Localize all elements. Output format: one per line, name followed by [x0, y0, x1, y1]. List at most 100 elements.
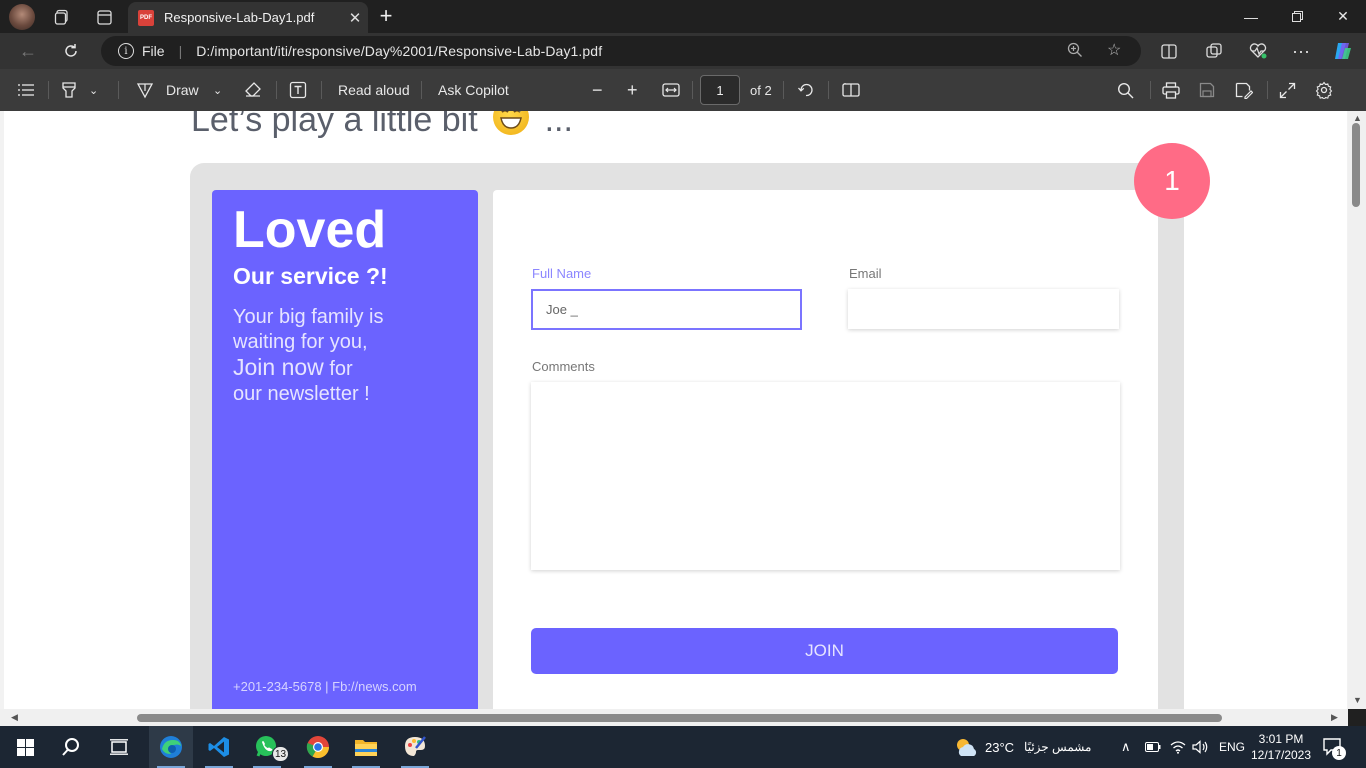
tab-actions-icon[interactable]	[91, 4, 117, 30]
wifi-icon[interactable]	[1170, 726, 1186, 768]
read-aloud-button[interactable]: Read aloud	[338, 69, 410, 111]
zoom-out-icon[interactable]: −	[592, 69, 603, 111]
paint-app-icon[interactable]	[393, 726, 437, 768]
scroll-right-arrow-icon[interactable]: ▶	[1331, 712, 1338, 723]
info-icon[interactable]: i	[118, 43, 134, 59]
horizontal-scrollbar[interactable]: ◀ ▶	[0, 709, 1348, 726]
notification-center-icon[interactable]: 1	[1322, 726, 1346, 768]
settings-gear-icon[interactable]	[1315, 69, 1333, 111]
edge-app-icon[interactable]	[149, 726, 193, 768]
address-bar[interactable]: i File | D:/important/iti/responsive/Day…	[101, 36, 1141, 66]
battery-icon[interactable]	[1145, 726, 1161, 768]
divider	[276, 81, 277, 99]
minimize-button[interactable]: —	[1228, 0, 1274, 33]
page-number-input[interactable]: 1	[700, 75, 740, 105]
tab-title: Responsive-Lab-Day1.pdf	[164, 10, 315, 25]
heading-text: Let’s play a little bit	[191, 111, 478, 139]
taskbar: 13 23°C مشمس جزئيًا ∧ ENG 3:01 PM 12/17/…	[0, 726, 1366, 768]
scroll-down-arrow-icon[interactable]: ▼	[1353, 695, 1362, 705]
weather-widget[interactable]: 23°C مشمس جزئيًا	[953, 726, 1091, 768]
browser-essentials-icon[interactable]	[1243, 37, 1273, 65]
volume-icon[interactable]	[1192, 726, 1208, 768]
copilot-icon[interactable]	[1328, 37, 1358, 65]
join-button[interactable]: JOIN	[531, 628, 1118, 674]
search-icon[interactable]	[49, 726, 93, 768]
rotate-icon[interactable]	[797, 69, 815, 111]
draw-dropdown-chevron-icon[interactable]: ⌄	[213, 69, 222, 111]
page-total: of 2	[750, 82, 772, 98]
collections-icon[interactable]	[1199, 37, 1229, 65]
file-explorer-icon[interactable]	[344, 726, 388, 768]
close-window-button[interactable]: ✕	[1320, 0, 1366, 33]
whatsapp-unread-badge: 13	[272, 746, 289, 762]
comments-textarea[interactable]	[531, 382, 1120, 570]
fit-to-width-icon[interactable]	[662, 69, 680, 111]
split-screen-icon[interactable]	[1154, 37, 1184, 65]
search-icon[interactable]	[1117, 69, 1134, 111]
tab-active[interactable]: PDF Responsive-Lab-Day1.pdf ✕	[128, 2, 368, 33]
promo-title: Loved	[233, 201, 387, 259]
zoom-in-icon[interactable]: +	[627, 69, 638, 111]
promo-line-2: waiting for you,	[233, 331, 368, 353]
ask-copilot-button[interactable]: Ask Copilot	[438, 69, 509, 111]
divider	[321, 81, 322, 99]
horizontal-scroll-thumb[interactable]	[137, 714, 1222, 722]
divider	[828, 81, 829, 99]
url-text[interactable]: D:/important/iti/responsive/Day%2001/Res…	[196, 43, 602, 59]
favorite-star-icon[interactable]: ☆	[1107, 40, 1121, 60]
fullscreen-icon[interactable]	[1279, 69, 1296, 111]
refresh-icon[interactable]	[56, 37, 86, 65]
contents-icon[interactable]	[17, 69, 35, 111]
scroll-left-arrow-icon[interactable]: ◀	[11, 712, 18, 723]
contact-info: +201-234-5678 | Fb://news.com	[233, 679, 417, 694]
partly-sunny-icon	[957, 739, 977, 756]
full-name-label: Full Name	[532, 266, 592, 281]
task-view-icon[interactable]	[97, 726, 141, 768]
save-icon[interactable]	[1199, 69, 1215, 111]
join-now-text: Join now	[233, 354, 324, 380]
pdf-page: Let’s play a little bit ... Loved Our se…	[4, 111, 1347, 709]
promo-subtitle: Our service ?!	[233, 263, 388, 289]
eraser-icon[interactable]	[244, 69, 262, 111]
pdf-toolbar: ⌄ Draw ⌄ Read aloud Ask Copilot − + 1 of…	[0, 69, 1366, 111]
draw-icon[interactable]	[136, 69, 154, 111]
signup-form: Full Name Joe _ Email Comments JOIN	[493, 190, 1158, 709]
language-indicator[interactable]: ENG	[1219, 726, 1245, 768]
url-scheme: File	[142, 43, 165, 59]
zoom-icon[interactable]	[1067, 42, 1083, 63]
vertical-scroll-thumb[interactable]	[1352, 123, 1360, 207]
save-as-icon[interactable]	[1235, 69, 1253, 111]
email-input[interactable]	[848, 289, 1119, 329]
new-tab-button[interactable]: +	[372, 3, 400, 29]
divider	[1267, 81, 1268, 99]
workspaces-icon[interactable]	[49, 4, 75, 30]
whatsapp-app-icon[interactable]: 13	[245, 726, 289, 768]
divider	[692, 81, 693, 99]
divider	[1150, 81, 1151, 99]
tab-close-icon[interactable]: ✕	[342, 9, 368, 27]
restore-button[interactable]	[1274, 0, 1320, 33]
full-name-input[interactable]: Joe _	[531, 289, 802, 330]
promo-line-1: Your big family is	[233, 306, 384, 328]
clock[interactable]: 3:01 PM 12/17/2023	[1251, 726, 1311, 768]
profile-avatar[interactable]	[9, 4, 35, 30]
pdf-icon: PDF	[138, 9, 154, 26]
highlight-dropdown-chevron-icon[interactable]: ⌄	[89, 69, 98, 111]
divider	[783, 81, 784, 99]
show-hidden-icons-chevron-icon[interactable]: ∧	[1121, 726, 1131, 768]
page-view-icon[interactable]	[842, 69, 860, 111]
vertical-scrollbar[interactable]: ▲ ▼	[1348, 111, 1366, 709]
pdf-viewport[interactable]: Let’s play a little bit ... Loved Our se…	[0, 111, 1348, 709]
print-icon[interactable]	[1162, 69, 1180, 111]
chrome-app-icon[interactable]	[296, 726, 340, 768]
promo-card: Loved Our service ?! Your big family is …	[212, 190, 478, 709]
back-arrow-icon[interactable]: ←	[13, 37, 43, 65]
scroll-up-arrow-icon[interactable]: ▲	[1353, 113, 1362, 123]
highlight-icon[interactable]	[60, 69, 78, 111]
start-windows-icon[interactable]	[3, 726, 47, 768]
vscode-app-icon[interactable]	[197, 726, 241, 768]
comments-label: Comments	[532, 359, 595, 374]
draw-button[interactable]: Draw	[166, 69, 199, 111]
text-box-icon[interactable]	[289, 69, 307, 111]
more-menu-icon[interactable]: ···	[1286, 37, 1316, 65]
